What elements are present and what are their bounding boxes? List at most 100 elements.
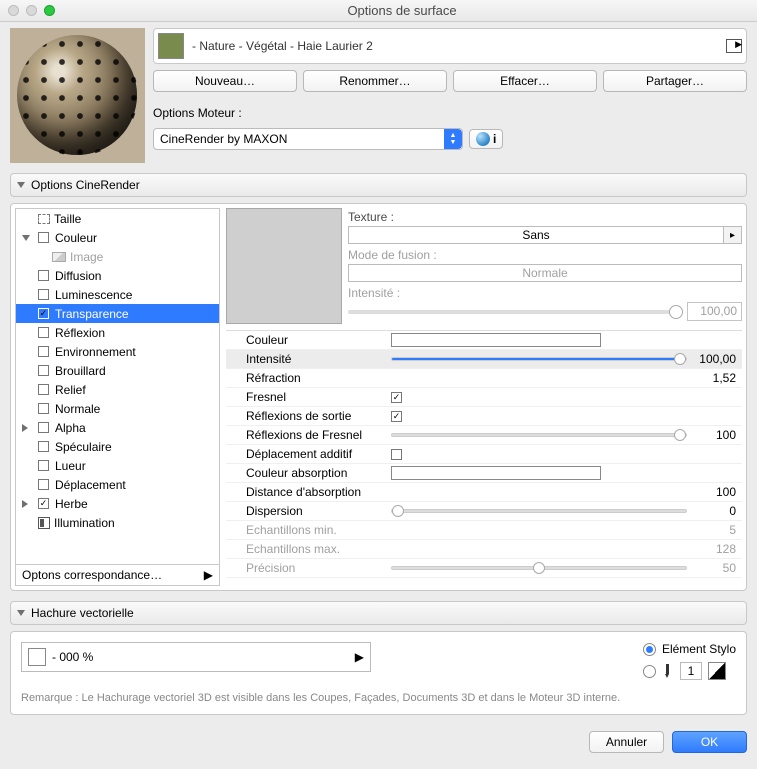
tree-item-reflection[interactable]: Réflexion bbox=[16, 323, 219, 342]
color-picker[interactable] bbox=[391, 333, 601, 347]
checkbox-icon[interactable] bbox=[38, 403, 49, 414]
size-icon bbox=[38, 214, 50, 224]
tree-item-transparency[interactable]: ✓Transparence bbox=[16, 304, 219, 323]
cinerender-section-header[interactable]: Options CineRender bbox=[10, 173, 747, 197]
prop-color-label: Couleur bbox=[226, 333, 391, 347]
prop-samples-max-value: 128 bbox=[687, 542, 742, 556]
cancel-button[interactable]: Annuler bbox=[589, 731, 664, 753]
checkbox-icon[interactable] bbox=[38, 270, 49, 281]
hatch-section-title: Hachure vectorielle bbox=[31, 606, 134, 620]
checkbox-icon[interactable]: ✓ bbox=[38, 308, 49, 319]
engine-select[interactable]: CineRender by MAXON ▲▼ bbox=[153, 128, 463, 150]
tree-item-alpha[interactable]: Alpha bbox=[16, 418, 219, 437]
share-button[interactable]: Partager… bbox=[603, 70, 747, 92]
tree-item-luminescence[interactable]: Luminescence bbox=[16, 285, 219, 304]
prop-dispersion-value[interactable]: 0 bbox=[687, 504, 742, 518]
pen-icon bbox=[662, 664, 674, 678]
minimize-window-icon[interactable] bbox=[26, 5, 37, 16]
tree-item-size[interactable]: Taille bbox=[16, 209, 219, 228]
checkbox-icon[interactable] bbox=[38, 327, 49, 338]
material-preview bbox=[10, 28, 145, 163]
channel-tree: Taille Couleur Image Diffusion Luminesce… bbox=[15, 208, 220, 586]
rename-button[interactable]: Renommer… bbox=[303, 70, 447, 92]
prop-fresnel-refl-value[interactable]: 100 bbox=[687, 428, 742, 442]
disclosure-down-icon bbox=[17, 182, 25, 188]
traffic-lights bbox=[8, 5, 55, 16]
texture-intensity-value: 100,00 bbox=[687, 302, 742, 321]
checkbox-icon[interactable] bbox=[38, 479, 49, 490]
tree-item-image[interactable]: Image bbox=[16, 247, 219, 266]
tree-item-relief[interactable]: Relief bbox=[16, 380, 219, 399]
select-arrows-icon: ▲▼ bbox=[444, 129, 462, 149]
delete-button[interactable]: Effacer… bbox=[453, 70, 597, 92]
ok-button[interactable]: OK bbox=[672, 731, 747, 753]
element-pen-radio[interactable] bbox=[643, 643, 656, 656]
intensity-slider[interactable] bbox=[391, 357, 687, 361]
tree-item-glow[interactable]: Lueur bbox=[16, 456, 219, 475]
custom-pen-radio[interactable] bbox=[643, 665, 656, 678]
prop-intensity-value[interactable]: 100,00 bbox=[687, 352, 742, 366]
exit-reflections-checkbox[interactable]: ✓ bbox=[391, 411, 402, 422]
additive-checkbox[interactable] bbox=[391, 449, 402, 460]
maximize-window-icon[interactable] bbox=[44, 5, 55, 16]
checkbox-icon[interactable] bbox=[38, 422, 49, 433]
prop-dispersion-label: Dispersion bbox=[226, 504, 391, 518]
prop-intensity-label: Intensité bbox=[226, 352, 391, 366]
checkbox-icon[interactable] bbox=[38, 232, 49, 243]
texture-value-field[interactable]: Sans ▸ bbox=[348, 226, 742, 244]
hatch-note: Remarque : Le Hachurage vectoriel 3D est… bbox=[21, 692, 736, 704]
tree-item-diffusion[interactable]: Diffusion bbox=[16, 266, 219, 285]
tree-item-color[interactable]: Couleur bbox=[16, 228, 219, 247]
disclosure-down-icon bbox=[17, 610, 25, 616]
checkbox-icon[interactable] bbox=[38, 365, 49, 376]
engine-info-button[interactable]: i bbox=[469, 129, 503, 149]
prop-fresnel-refl-label: Réflexions de Fresnel bbox=[226, 428, 391, 442]
pen-color-swatch[interactable] bbox=[708, 662, 726, 680]
tree-item-environment[interactable]: Environnement bbox=[16, 342, 219, 361]
prop-precision-value: 50 bbox=[687, 561, 742, 575]
texture-browse-icon[interactable]: ▸ bbox=[724, 226, 742, 244]
close-window-icon[interactable] bbox=[8, 5, 19, 16]
absorption-color-picker[interactable] bbox=[391, 466, 601, 480]
prop-additive-label: Déplacement additif bbox=[226, 447, 391, 461]
tree-item-grass[interactable]: ✓Herbe bbox=[16, 494, 219, 513]
pen-number-input[interactable]: 1 bbox=[680, 662, 702, 680]
match-options-button[interactable]: Optons correspondance… ▶ bbox=[16, 564, 219, 585]
export-icon[interactable] bbox=[726, 39, 742, 53]
hatch-section-header[interactable]: Hachure vectorielle bbox=[10, 601, 747, 625]
checkbox-icon[interactable]: ✓ bbox=[38, 498, 49, 509]
fresnel-checkbox[interactable]: ✓ bbox=[391, 392, 402, 403]
tree-item-specular[interactable]: Spéculaire bbox=[16, 437, 219, 456]
blend-mode-field: Normale bbox=[348, 264, 742, 282]
tree-item-displacement[interactable]: Déplacement bbox=[16, 475, 219, 494]
prop-absorption-dist-value[interactable]: 100 bbox=[687, 485, 742, 499]
checkbox-icon[interactable] bbox=[38, 289, 49, 300]
hatch-pattern-select[interactable]: - 000 % ▶ bbox=[21, 642, 371, 672]
checkbox-icon[interactable] bbox=[38, 460, 49, 471]
titlebar: Options de surface bbox=[0, 0, 757, 22]
tree-item-fog[interactable]: Brouillard bbox=[16, 361, 219, 380]
dispersion-slider[interactable] bbox=[391, 509, 687, 513]
image-icon bbox=[52, 252, 66, 262]
info-icon: i bbox=[493, 132, 496, 146]
tree-item-illumination[interactable]: Illumination bbox=[16, 513, 219, 532]
material-swatch[interactable] bbox=[158, 33, 184, 59]
prop-precision-label: Précision bbox=[226, 561, 391, 575]
prop-refraction-value[interactable]: 1,52 bbox=[687, 371, 742, 385]
precision-slider bbox=[391, 566, 687, 570]
illumination-icon bbox=[38, 517, 50, 529]
tree-item-normal[interactable]: Normale bbox=[16, 399, 219, 418]
checkbox-icon[interactable] bbox=[38, 346, 49, 357]
prop-absorption-color-label: Couleur absorption bbox=[226, 466, 391, 480]
checkbox-icon[interactable] bbox=[38, 384, 49, 395]
prop-exit-reflections-label: Réflexions de sortie bbox=[226, 409, 391, 423]
new-button[interactable]: Nouveau… bbox=[153, 70, 297, 92]
globe-icon bbox=[476, 132, 490, 146]
chevron-right-icon: ▶ bbox=[355, 650, 364, 664]
element-pen-label: Elément Stylo bbox=[662, 642, 736, 656]
texture-preview[interactable] bbox=[226, 208, 342, 324]
checkbox-icon[interactable] bbox=[38, 441, 49, 452]
hatch-swatch-icon bbox=[28, 648, 46, 666]
material-path: - Nature - Végétal - Haie Laurier 2 bbox=[192, 39, 718, 53]
fresnel-refl-slider[interactable] bbox=[391, 433, 687, 437]
